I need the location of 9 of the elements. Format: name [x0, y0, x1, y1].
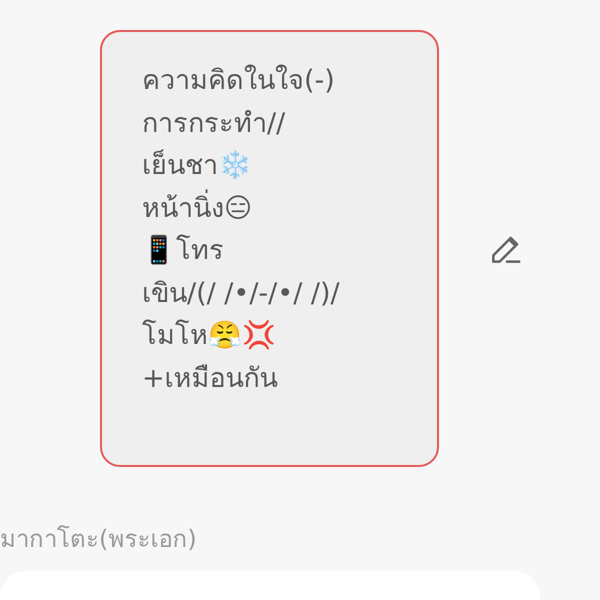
- note-line: +เหมือนกัน: [142, 362, 278, 396]
- note-line: โมโห😤💢: [142, 318, 276, 353]
- note-line: การกระทำ//: [142, 106, 286, 140]
- note-line: 📱โทร: [142, 234, 224, 268]
- note-line: เย็นชา❄: [142, 148, 252, 183]
- caption-text: มากาโตะ(พระเอก): [0, 524, 197, 555]
- note-line: ความคิดในใจ(-): [142, 64, 335, 98]
- note-line: เขิน/(/ /•/-/•/ /)/: [142, 276, 340, 310]
- note-line: หน้านิ่ง😑: [142, 188, 252, 230]
